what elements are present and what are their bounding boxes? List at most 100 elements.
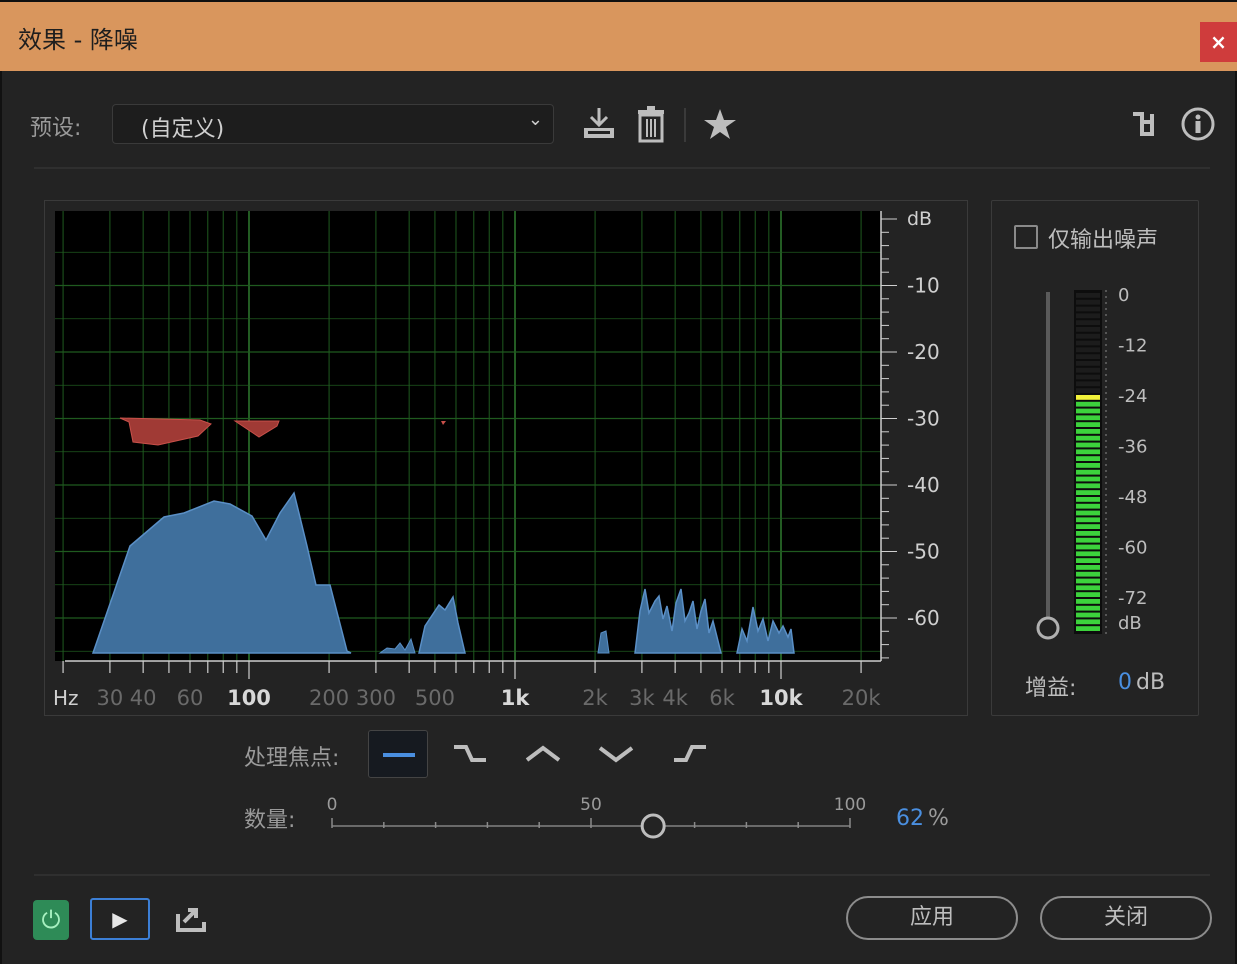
amount-min-label: 0 [327,795,338,815]
meter-segment [1076,558,1100,563]
power-toggle-button[interactable]: ⏻ [33,900,69,940]
chevron-down-icon: ⌄ [527,109,543,130]
meter-segment [1076,456,1100,461]
info-button[interactable] [1180,106,1216,142]
save-preset-icon [584,108,614,138]
db-tick-label: -60 [907,606,940,630]
meter-tick-label: -36 [1118,437,1147,458]
save-preset-button[interactable] [580,104,618,144]
bottom-divider [34,874,1210,876]
delete-preset-icon [638,106,664,143]
meter-segment [1076,531,1100,536]
gain-slider-thumb[interactable] [1036,616,1060,640]
meter-tick-label: -24 [1118,386,1147,407]
focus-mid-frequencies-icon [525,745,561,762]
focus-high-button[interactable] [660,730,720,778]
favorite-button[interactable] [702,106,738,142]
close-button[interactable]: 关闭 [1040,896,1212,940]
meter-segment [1076,354,1100,359]
amount-value[interactable]: 62 [896,806,924,831]
window-title: 效果 - 降噪 [18,26,138,54]
freq-tick-label: 300 [356,686,396,710]
meter-segment [1076,299,1100,305]
preview-play-button[interactable]: ▶ [90,898,150,940]
export-icon [176,908,206,932]
play-icon: ▶ [112,907,128,931]
spectrum-panel: Hz 30 40 60 100 200 300 500 1k 2k 3k 4k 6k 10k 20k dB -… [44,200,968,716]
meter-segment [1076,408,1100,414]
power-icon: ⏻ [41,906,61,934]
meter-segment [1076,347,1100,353]
output-noise-only-checkbox[interactable] [1014,225,1038,249]
focus-high-frequencies-icon [674,745,706,762]
meter-tick-label: -60 [1118,538,1147,559]
meter-segment [1076,415,1100,421]
meter-segment [1076,327,1100,332]
meter-segment [1076,612,1100,618]
noise-spectrum-graph[interactable]: Hz 30 40 60 100 200 300 500 1k 2k 3k 4k 6k 10k 20k dB -… [45,201,967,715]
meter-segment [1076,388,1100,393]
delete-preset-button[interactable] [632,104,670,144]
meter-segment [1076,592,1100,597]
preset-dropdown[interactable]: (自定义) ⌄ [112,104,554,144]
meter-segment [1076,510,1100,516]
meter-segment [1076,401,1100,407]
toolbar-separator [684,108,686,142]
meter-segment [1076,429,1100,434]
export-button[interactable] [172,900,210,938]
hz-unit-label: Hz [53,686,79,710]
meter-segment [1076,571,1100,577]
focus-low-frequencies-icon [454,745,486,762]
gain-label: 增益: [1025,676,1077,701]
meter-tick-label: -12 [1118,336,1147,357]
preset-label: 预设: [30,116,82,141]
meter-segment [1076,306,1100,312]
amount-mid-label: 50 [580,795,602,815]
meter-segment [1076,605,1100,611]
routing-button[interactable] [1130,108,1164,142]
db-tick-label: -30 [907,407,940,431]
meter-segment [1076,497,1100,502]
processing-focus-label: 处理焦点: [244,746,340,771]
meter-segment [1076,333,1100,339]
routing-icon [1133,112,1154,136]
focus-mid-button[interactable] [513,730,573,778]
top-divider [34,167,1210,169]
gain-unit: dB [1136,670,1166,695]
freq-tick-label: 500 [415,686,455,710]
meter-segment [1076,381,1100,387]
freq-tick-label: 10k [759,686,803,710]
gain-value[interactable]: 0 [1118,670,1132,695]
meter-segment [1076,483,1100,489]
title-bar: 效果 - 降噪 × [0,0,1237,71]
close-window-button[interactable]: × [1200,22,1237,62]
meter-segment [1076,517,1100,523]
freq-tick-label: 4k [662,686,688,710]
amount-slider[interactable]: 0 50 100 [320,790,880,850]
favorite-star-icon [704,109,736,139]
amount-slider-thumb[interactable] [640,813,666,839]
focus-all-button[interactable] [368,730,428,778]
meter-segment [1076,374,1100,380]
focus-all-frequencies-icon [383,753,415,757]
meter-segment [1076,422,1100,427]
freq-tick-label: 1k [501,686,531,710]
freq-tick-label: 3k [629,686,655,710]
meter-segment [1076,551,1100,557]
output-noise-only-label: 仅输出噪声 [1048,228,1159,253]
meter-segment [1076,503,1100,509]
meter-unit-label: dB [1118,613,1142,634]
apply-button[interactable]: 应用 [846,896,1018,940]
db-tick-label: -10 [907,274,940,298]
db-tick-label: -40 [907,473,940,497]
focus-low-high-button[interactable] [586,730,646,778]
meter-segment [1076,435,1100,441]
focus-low-button[interactable] [440,730,500,778]
freq-tick-label: 6k [709,686,735,710]
meter-tick-label: -48 [1118,487,1147,508]
freq-tick-label: 100 [227,686,271,710]
meter-segment [1076,367,1100,373]
meter-segment [1076,293,1100,298]
meter-segment [1076,442,1100,448]
meter-segment [1076,585,1100,591]
